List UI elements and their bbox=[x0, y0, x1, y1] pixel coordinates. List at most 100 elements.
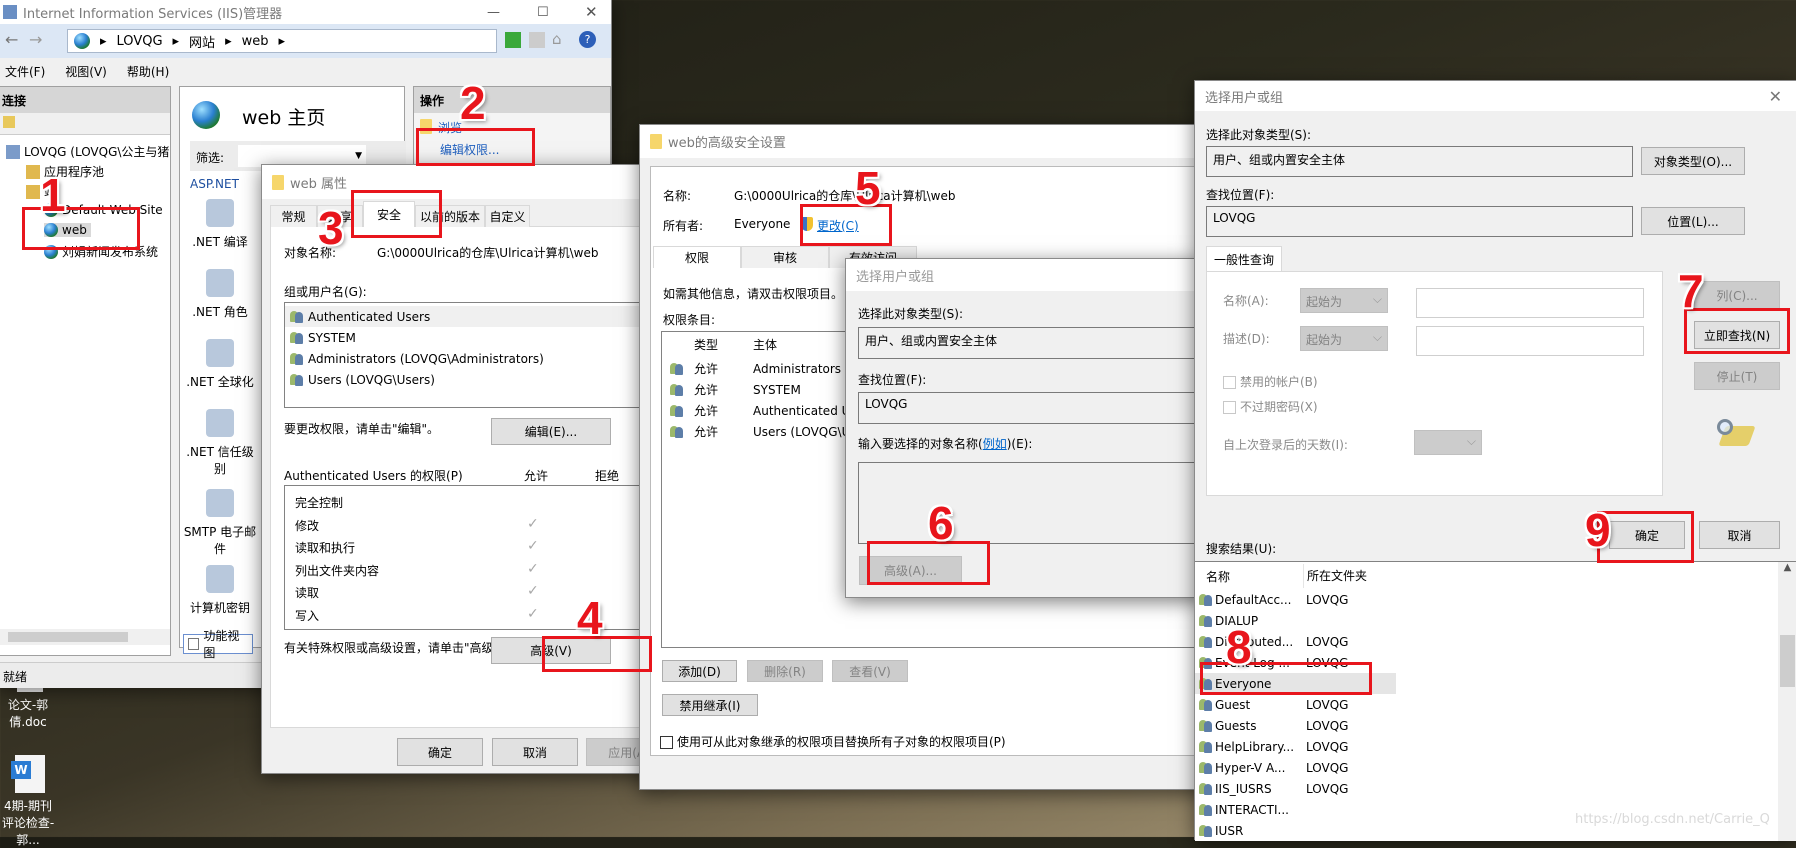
refresh-icon[interactable] bbox=[505, 32, 521, 48]
home-icon[interactable]: ⌂ bbox=[552, 30, 562, 48]
address-bar[interactable]: ▸ LOVQG ▸ 网站 ▸ web ▸ bbox=[67, 29, 497, 53]
stop-button[interactable]: 停止(T) bbox=[1694, 362, 1780, 390]
checkbox[interactable] bbox=[1223, 376, 1236, 389]
description-match-dropdown[interactable]: 起始为 bbox=[1300, 326, 1388, 351]
user-row[interactable]: SYSTEM bbox=[285, 327, 663, 348]
tree-item[interactable]: LOVQG (LOVQG\公主与猪 bbox=[6, 143, 169, 160]
tab-1[interactable]: 审核 bbox=[741, 246, 829, 268]
ok-button[interactable]: 确定 bbox=[397, 738, 483, 766]
result-row[interactable]: Guest LOVQG bbox=[1195, 694, 1396, 715]
replace-permissions-checkbox[interactable]: 使用可从此对象继承的权限项目替换所有子对象的权限项目(P) bbox=[660, 733, 1006, 750]
horizontal-scrollbar[interactable] bbox=[0, 629, 170, 645]
result-row[interactable]: Guests LOVQG bbox=[1195, 715, 1396, 736]
feature-item[interactable]: SMTP 电子邮件 bbox=[182, 489, 258, 557]
change-owner-link[interactable]: 更改(C) bbox=[817, 217, 859, 234]
action-edit-permissions[interactable]: 编辑权限... bbox=[440, 141, 499, 158]
column-name[interactable]: 名称 bbox=[1206, 568, 1230, 585]
feature-item[interactable]: .NET 全球化 bbox=[182, 339, 258, 390]
feature-item[interactable]: .NET 信任级别 bbox=[182, 409, 258, 477]
action-browse[interactable]: 浏览 bbox=[420, 119, 462, 136]
result-row[interactable]: Everyone bbox=[1195, 673, 1396, 694]
menu-file[interactable]: 文件(F) bbox=[5, 63, 45, 80]
back-icon[interactable]: ← bbox=[5, 30, 18, 49]
stop-icon[interactable] bbox=[529, 32, 545, 48]
ok-button[interactable]: 确定 bbox=[1609, 521, 1685, 549]
close-button[interactable]: ✕ bbox=[1769, 87, 1782, 106]
deny-header: 拒绝 bbox=[595, 469, 620, 483]
app-pool-icon bbox=[26, 164, 40, 179]
tab-2[interactable]: 安全 bbox=[363, 201, 415, 227]
breadcrumb-item[interactable]: 网站 bbox=[189, 32, 215, 51]
tree-item[interactable]: web bbox=[44, 223, 91, 237]
non-expiring-password-checkbox[interactable]: 不过期密码(X) bbox=[1223, 398, 1318, 415]
tab-0[interactable]: 常规 bbox=[270, 205, 317, 227]
menu-help[interactable]: 帮助(H) bbox=[127, 63, 169, 80]
advanced-button[interactable]: 高级(A)... bbox=[859, 556, 962, 585]
result-row[interactable]: IIS_IUSRS LOVQG bbox=[1195, 778, 1396, 799]
checkbox[interactable] bbox=[660, 736, 673, 749]
result-row[interactable]: DefaultAcc... LOVQG bbox=[1195, 589, 1396, 610]
breadcrumb-item[interactable]: web bbox=[242, 34, 269, 49]
new-connection-icon[interactable] bbox=[3, 116, 15, 128]
minimize-button[interactable]: — bbox=[487, 5, 500, 20]
locations-button[interactable]: 位置(L)... bbox=[1641, 207, 1745, 235]
disabled-accounts-checkbox[interactable]: 禁用的帐户(B) bbox=[1223, 373, 1318, 390]
column-folder[interactable]: 所在文件夹 bbox=[1303, 564, 1367, 588]
result-name: IIS_IUSRS bbox=[1215, 781, 1272, 796]
name-input[interactable] bbox=[1416, 288, 1644, 318]
user-row[interactable]: Users (LOVQG\Users) bbox=[285, 369, 663, 390]
examples-link[interactable]: 例如 bbox=[983, 437, 1007, 451]
help-icon[interactable]: ? bbox=[579, 31, 596, 48]
scroll-up-arrow[interactable]: ▲ bbox=[1778, 562, 1796, 573]
find-now-button[interactable]: 立即查找(N) bbox=[1694, 321, 1780, 349]
description-input[interactable] bbox=[1416, 326, 1644, 356]
tab-features-view[interactable]: 功能视图 bbox=[183, 629, 253, 660]
result-row[interactable]: IUSR bbox=[1195, 820, 1396, 841]
result-row[interactable]: INTERACTI... bbox=[1195, 799, 1396, 820]
close-button[interactable]: ✕ bbox=[585, 3, 598, 21]
result-row[interactable]: Hyper-V A... LOVQG bbox=[1195, 757, 1396, 778]
breadcrumb-item[interactable]: LOVQG bbox=[117, 34, 163, 49]
forward-icon[interactable]: → bbox=[29, 30, 42, 49]
checkbox[interactable] bbox=[1223, 401, 1236, 414]
tab-common-queries[interactable]: 一般性查询 bbox=[1206, 246, 1282, 272]
edit-button[interactable]: 编辑(E)... bbox=[491, 418, 611, 445]
permission-name: 列出文件夹内容 bbox=[295, 563, 380, 578]
cancel-button[interactable]: 取消 bbox=[492, 738, 578, 766]
search-results-table[interactable]: 名称 所在文件夹 DefaultAcc... LOVQG DIALUP Distribut… bbox=[1195, 561, 1796, 841]
desktop-icon-label: 4期-期刊评论检查-郭... bbox=[1, 799, 55, 847]
result-row[interactable]: HelpLibrary... LOVQG bbox=[1195, 736, 1396, 757]
tree-item-label: Default Web Site bbox=[62, 203, 163, 217]
tree-item[interactable]: 刘娟新闻发布系统 bbox=[44, 243, 158, 260]
feature-item[interactable]: .NET 角色 bbox=[182, 269, 258, 320]
users-list[interactable]: Authenticated Users SYSTEM Administrators … bbox=[284, 302, 664, 408]
add-button[interactable]: 添加(D) bbox=[662, 660, 737, 682]
checkmark-icon: ✓ bbox=[527, 583, 539, 600]
checkmark-icon: ✓ bbox=[527, 606, 539, 622]
feature-label: .NET 编译 bbox=[192, 235, 248, 249]
user-row[interactable]: Authenticated Users bbox=[285, 306, 663, 327]
feature-item[interactable]: 计算机密钥 bbox=[182, 565, 258, 616]
object-names-input[interactable] bbox=[858, 462, 1208, 544]
days-since-logon-label: 自上次登录后的天数(I): bbox=[1223, 438, 1348, 452]
column-type[interactable]: 类型 bbox=[694, 336, 718, 353]
tab-4[interactable]: 自定义 bbox=[485, 205, 530, 227]
scroll-thumb[interactable] bbox=[1780, 635, 1795, 687]
columns-button[interactable]: 列(C)... bbox=[1694, 281, 1780, 309]
disable-inheritance-button[interactable]: 禁用继承(I) bbox=[662, 694, 758, 716]
tab-0[interactable]: 权限 bbox=[653, 246, 741, 268]
maximize-button[interactable]: ☐ bbox=[537, 5, 549, 20]
tab-3[interactable]: 以前的版本 bbox=[415, 205, 485, 227]
column-principal[interactable]: 主体 bbox=[753, 336, 777, 353]
desktop-icon-word[interactable]: W 4期-期刊评论检查-郭... bbox=[0, 755, 60, 848]
feature-item[interactable]: .NET 编译 bbox=[182, 199, 258, 250]
menu-view[interactable]: 视图(V) bbox=[65, 63, 107, 80]
view-button[interactable]: 查看(V) bbox=[832, 660, 908, 682]
object-types-button[interactable]: 对象类型(O)... bbox=[1641, 147, 1745, 175]
days-since-logon-dropdown[interactable] bbox=[1414, 430, 1482, 455]
cancel-button[interactable]: 取消 bbox=[1699, 521, 1780, 549]
name-match-dropdown[interactable]: 起始为 bbox=[1300, 288, 1388, 313]
user-row[interactable]: Administrators (LOVQG\Administrators) bbox=[285, 348, 663, 369]
remove-button[interactable]: 删除(R) bbox=[747, 660, 823, 682]
vertical-scrollbar[interactable]: ▲ bbox=[1778, 562, 1796, 841]
